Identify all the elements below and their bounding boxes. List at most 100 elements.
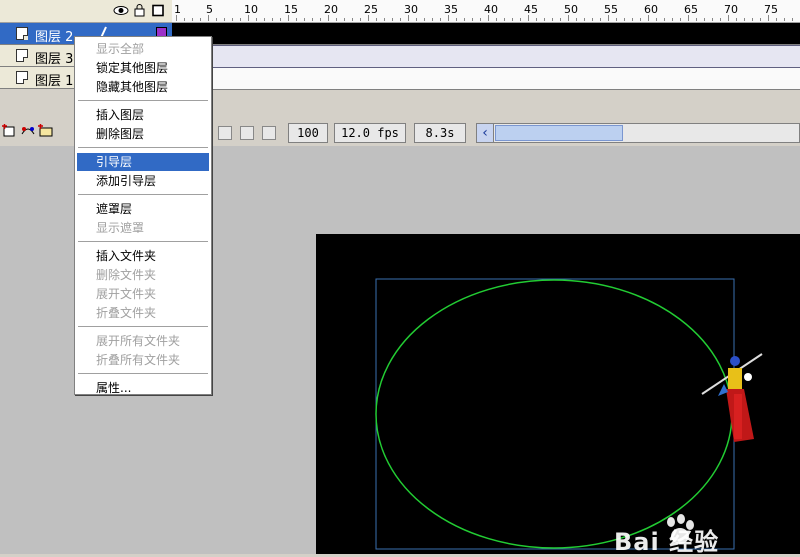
frame-tick xyxy=(448,15,449,21)
frame-tick xyxy=(264,18,265,21)
frame-tick xyxy=(416,18,417,21)
frame-tick xyxy=(640,18,641,21)
layer-frames[interactable] xyxy=(172,67,800,90)
frame-tick xyxy=(712,18,713,21)
frame-tick xyxy=(560,18,561,21)
frame-tick xyxy=(664,18,665,21)
fps-field[interactable]: 12.0 fps xyxy=(334,123,406,143)
frame-tick xyxy=(224,18,225,21)
frame-tick xyxy=(328,15,329,21)
frame-number: 30 xyxy=(404,3,418,16)
guide-ellipse-path[interactable] xyxy=(375,279,733,549)
menu-item[interactable]: 隐藏其他图层 xyxy=(77,78,209,96)
scroll-left-arrow[interactable]: ‹ xyxy=(477,124,494,142)
frame-tick xyxy=(584,18,585,21)
frame-tick xyxy=(216,18,217,21)
frame-tick xyxy=(680,18,681,21)
frame-tick xyxy=(200,18,201,21)
frame-number: 20 xyxy=(324,3,338,16)
menu-item[interactable]: 删除图层 xyxy=(77,125,209,143)
frame-number: 60 xyxy=(644,3,658,16)
baidu-watermark: Bai 经验 xyxy=(614,514,800,556)
frame-number: 70 xyxy=(724,3,738,16)
frame-number: 25 xyxy=(364,3,378,16)
frame-tick xyxy=(672,18,673,21)
frame-tick xyxy=(728,15,729,21)
timeline-scrollbar[interactable]: ‹ xyxy=(476,123,800,143)
menu-item[interactable]: 插入图层 xyxy=(77,106,209,124)
layer-type-icon xyxy=(16,27,28,40)
frame-tick xyxy=(752,18,753,21)
frame-tick xyxy=(768,15,769,21)
outline-square-icon[interactable] xyxy=(152,4,164,17)
frame-tick xyxy=(176,15,177,21)
frame-tick xyxy=(272,18,273,21)
menu-item[interactable]: 插入文件夹 xyxy=(77,247,209,265)
frame-tick xyxy=(528,15,529,21)
menu-item[interactable]: 遮罩层 xyxy=(77,200,209,218)
zoom-field[interactable]: 100 xyxy=(288,123,328,143)
menu-item: 显示遮罩 xyxy=(96,221,145,235)
menu-item: 折叠文件夹 xyxy=(96,306,157,320)
lock-icon[interactable] xyxy=(134,4,145,17)
menu-item[interactable]: 锁定其他图层 xyxy=(77,59,209,77)
menu-item[interactable]: 引导层 xyxy=(77,153,209,171)
frame-tick xyxy=(608,15,609,21)
add-guide-layer-icon[interactable] xyxy=(20,124,36,138)
frame-tick xyxy=(400,18,401,21)
stage-canvas[interactable] xyxy=(316,234,800,554)
eye-icon[interactable] xyxy=(113,4,129,17)
menu-separator xyxy=(78,100,208,101)
frame-tick xyxy=(288,15,289,21)
frame-tick xyxy=(240,18,241,21)
frame-number: 35 xyxy=(444,3,458,16)
frame-tick xyxy=(568,15,569,21)
monkey-king-figure[interactable] xyxy=(701,353,763,442)
frame-tick xyxy=(760,18,761,21)
modify-onion-markers-icon[interactable] xyxy=(262,126,276,140)
frame-tick xyxy=(600,18,601,21)
frame-tick xyxy=(280,18,281,21)
frame-tick xyxy=(744,18,745,21)
layer-name: 图层 1 xyxy=(35,74,74,89)
menu-separator xyxy=(78,147,208,148)
menu-item: 展开文件夹 xyxy=(96,287,157,301)
add-layer-icon[interactable] xyxy=(2,124,18,138)
frame-ruler[interactable]: 1 5 10 15 20 25 30 35 40 45 50 55 60 65 70 75 xyxy=(172,0,800,22)
frame-tick xyxy=(320,18,321,21)
frame-tick xyxy=(736,18,737,21)
frame-tick xyxy=(456,18,457,21)
onion-skin-outlines-icon[interactable] xyxy=(240,126,254,140)
layer-type-icon xyxy=(16,71,28,84)
layer-frames[interactable] xyxy=(172,23,800,45)
frame-tick xyxy=(688,15,689,21)
frame-tick xyxy=(648,15,649,21)
frame-tick xyxy=(304,18,305,21)
frame-number: 50 xyxy=(564,3,578,16)
frame-tick xyxy=(624,18,625,21)
menu-item[interactable]: 添加引导层 xyxy=(77,172,209,190)
insert-folder-icon[interactable] xyxy=(38,124,54,138)
edit-multiple-frames-icon[interactable] xyxy=(218,126,232,140)
scroll-thumb[interactable] xyxy=(495,125,623,141)
frame-tick xyxy=(432,18,433,21)
menu-item: 删除文件夹 xyxy=(96,268,157,282)
menu-separator xyxy=(78,326,208,327)
menu-item[interactable]: 属性... xyxy=(77,379,209,397)
frame-tick xyxy=(552,18,553,21)
frame-tick xyxy=(256,18,257,21)
frame-tick xyxy=(352,18,353,21)
frame-number: 55 xyxy=(604,3,618,16)
menu-item: 显示全部 xyxy=(96,42,145,56)
layer-frames[interactable] xyxy=(172,45,800,68)
time-field[interactable]: 8.3s xyxy=(414,123,466,143)
frame-tick xyxy=(720,18,721,21)
frame-tick xyxy=(384,18,385,21)
frame-number: 45 xyxy=(524,3,538,16)
frame-number: 10 xyxy=(244,3,258,16)
frame-tick xyxy=(440,18,441,21)
frame-tick xyxy=(184,18,185,21)
frame-number: 75 xyxy=(764,3,778,16)
menu-separator xyxy=(78,241,208,242)
frame-tick xyxy=(336,18,337,21)
